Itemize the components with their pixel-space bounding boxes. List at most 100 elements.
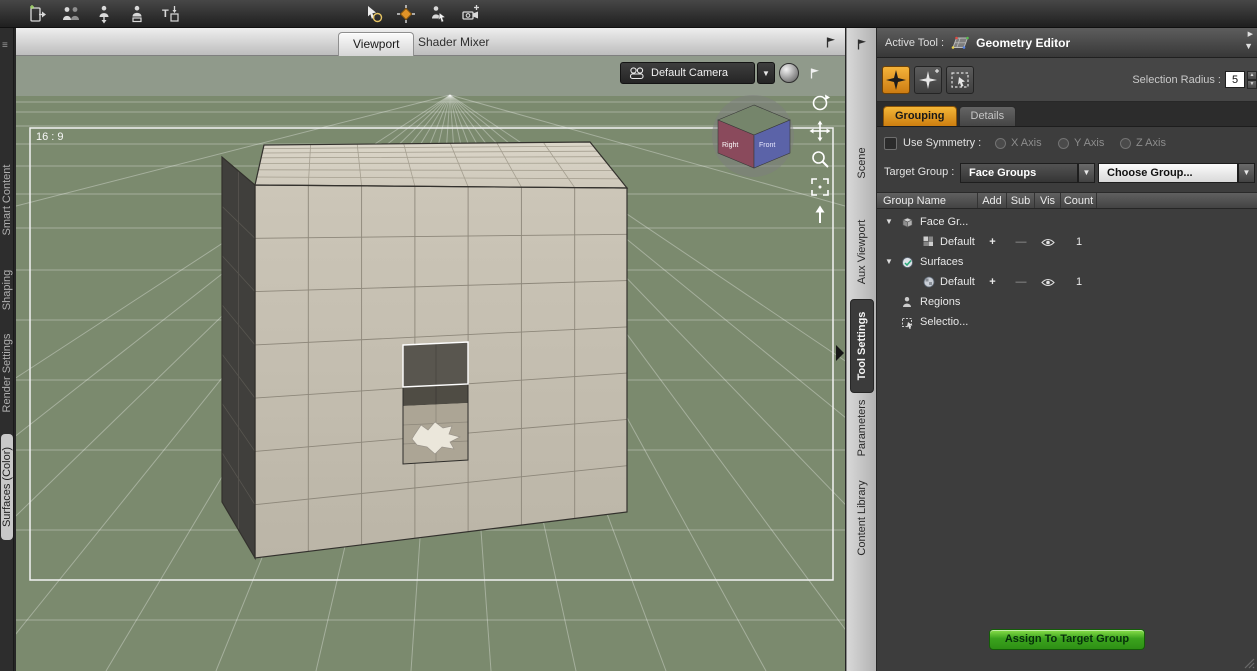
tree-label: Default (940, 236, 975, 248)
sidebar-tab-surfaces-color[interactable]: Surfaces (Color) (1, 447, 13, 527)
aspect-ratio-label: 16 : 9 (36, 131, 64, 143)
x-axis-label: X Axis (1011, 137, 1042, 149)
text-import-icon: T (162, 5, 179, 22)
tab-grouping[interactable]: Grouping (883, 106, 957, 126)
tree-row-regions[interactable]: Regions (877, 293, 1257, 313)
resize-grip[interactable] (1241, 655, 1255, 669)
voxel-cube (221, 141, 629, 561)
marquee-select-icon (919, 69, 939, 89)
camera-selector[interactable]: Default Camera (620, 62, 755, 84)
subtract-from-group-button[interactable]: — (1007, 276, 1035, 288)
scene-3d: 16 : 9 Right Front (16, 56, 845, 671)
face-groups-icon (902, 217, 913, 228)
lasso-select-button[interactable] (946, 66, 974, 94)
geometry-editor-icon (951, 36, 969, 49)
orbit-icon (812, 94, 830, 111)
camera-dropdown-button[interactable]: ▼ (757, 62, 775, 84)
selection-radius-input[interactable] (1225, 71, 1245, 88)
figure-floor-icon (132, 5, 142, 22)
target-group-label: Target Group : (884, 166, 955, 178)
tree-row-surfaces[interactable]: ▼ Surfaces (877, 253, 1257, 273)
draw-style-icon[interactable] (779, 63, 799, 83)
pan-tool-button[interactable] (809, 120, 831, 142)
translate-tool-button[interactable] (394, 2, 418, 26)
z-axis-label: Z Axis (1136, 137, 1166, 149)
add-to-group-button[interactable]: + (978, 276, 1007, 288)
face-groups-dropdown-button[interactable]: ▼ (1078, 163, 1095, 183)
panel-menu-icon[interactable]: ▶ (1248, 30, 1253, 38)
z-axis-radio[interactable] (1120, 138, 1131, 149)
tree-row-face-groups[interactable]: ▼ Face Gr... (877, 213, 1257, 233)
toolbar-center-group (362, 0, 482, 28)
face-groups-dropdown[interactable]: Face Groups (960, 163, 1078, 183)
regions-icon (903, 297, 911, 307)
import-figure-button[interactable] (26, 2, 50, 26)
tree-row-surface-default[interactable]: Default + — 1 (877, 273, 1257, 293)
dock-tab-scene[interactable]: Scene (856, 147, 868, 178)
panel-collapse-handle[interactable] (836, 345, 844, 361)
orbit-tool-button[interactable] (809, 92, 831, 114)
aim-tool-button[interactable] (809, 204, 831, 226)
dock-tab-parameters[interactable]: Parameters (856, 400, 868, 457)
lasso-select-icon (951, 72, 969, 88)
spin-up-button[interactable]: ▲ (1247, 71, 1257, 80)
view-cube-right-label: Front (759, 142, 775, 149)
marquee-select-button[interactable] (914, 66, 942, 94)
assign-to-target-group-button[interactable]: Assign To Target Group (989, 629, 1145, 650)
col-group-name: Group Name (877, 193, 978, 208)
y-axis-radio[interactable] (1058, 138, 1069, 149)
subtract-from-group-button[interactable]: — (1007, 236, 1035, 248)
dock-tab-aux-viewport[interactable]: Aux Viewport (856, 220, 868, 285)
dock-tab-tool-settings[interactable]: Tool Settings (856, 312, 868, 381)
visibility-toggle[interactable] (1035, 278, 1061, 290)
use-symmetry-label: Use Symmetry : (903, 137, 982, 149)
visibility-toggle[interactable] (1035, 238, 1061, 250)
import-figure-icon (30, 4, 46, 22)
left-strip-menu-icon[interactable]: ≡ (2, 40, 8, 51)
col-vis: Vis (1035, 193, 1061, 208)
col-sub: Sub (1007, 193, 1035, 208)
active-tool-label: Active Tool : (885, 36, 945, 49)
viewport-options-icon[interactable] (805, 63, 823, 83)
tab-viewport[interactable]: Viewport (338, 32, 415, 56)
dock-tab-content-library[interactable]: Content Library (856, 480, 868, 555)
tool-settings-panel: Active Tool : Geometry Editor ▶ ▼ Select… (877, 28, 1257, 671)
expand-caret-icon[interactable]: ▼ (885, 217, 893, 226)
pane-options-icon[interactable] (824, 36, 837, 52)
figure-select-button[interactable] (426, 2, 450, 26)
tab-shader-mixer[interactable]: Shader Mixer (404, 28, 503, 56)
drag-select-button[interactable] (882, 66, 910, 94)
view-cube-gizmo[interactable]: Right Front (712, 95, 794, 177)
figure-floor-button[interactable] (125, 2, 149, 26)
frame-tool-button[interactable] (809, 176, 831, 198)
active-tool-header: Active Tool : Geometry Editor ▶ ▼ (877, 28, 1257, 58)
dock-options-icon[interactable] (855, 38, 868, 54)
use-symmetry-checkbox[interactable] (884, 137, 897, 150)
figure-down-button[interactable] (92, 2, 116, 26)
zoom-tool-button[interactable] (809, 148, 831, 170)
expand-caret-icon[interactable]: ▼ (885, 257, 893, 266)
node-select-button[interactable] (362, 2, 386, 26)
sidebar-tab-smart-content[interactable]: Smart Content (1, 165, 13, 236)
tree-label: Regions (920, 296, 961, 308)
text-import-button[interactable]: T (158, 2, 182, 26)
sidebar-tab-shaping[interactable]: Shaping (1, 270, 13, 310)
sidebar-tab-render-settings[interactable]: Render Settings (1, 334, 13, 413)
group-table-header: Group Name Add Sub Vis Count (877, 192, 1257, 209)
viewport-canvas[interactable]: 16 : 9 Right Front Default Camera ▼ (16, 56, 845, 671)
face-count: 1 (1075, 276, 1083, 288)
camera-icon (629, 66, 644, 79)
tree-row-face-default[interactable]: Default + — 1 (877, 233, 1257, 253)
x-axis-radio[interactable] (995, 138, 1006, 149)
spin-down-button[interactable]: ▼ (1247, 80, 1257, 89)
view-cube-left-label: Right (722, 142, 738, 149)
figure-pair-button[interactable] (59, 2, 83, 26)
camera-add-button[interactable] (458, 2, 482, 26)
choose-group-dropdown-button[interactable]: ▼ (1238, 163, 1255, 183)
tree-row-selection-sets[interactable]: Selectio... (877, 313, 1257, 333)
tool-dropdown-icon[interactable]: ▼ (1244, 41, 1253, 51)
tab-details[interactable]: Details (958, 106, 1017, 126)
choose-group-dropdown[interactable]: Choose Group... (1098, 163, 1238, 183)
add-to-group-button[interactable]: + (978, 236, 1007, 248)
tree-label: Face Gr... (920, 216, 969, 228)
